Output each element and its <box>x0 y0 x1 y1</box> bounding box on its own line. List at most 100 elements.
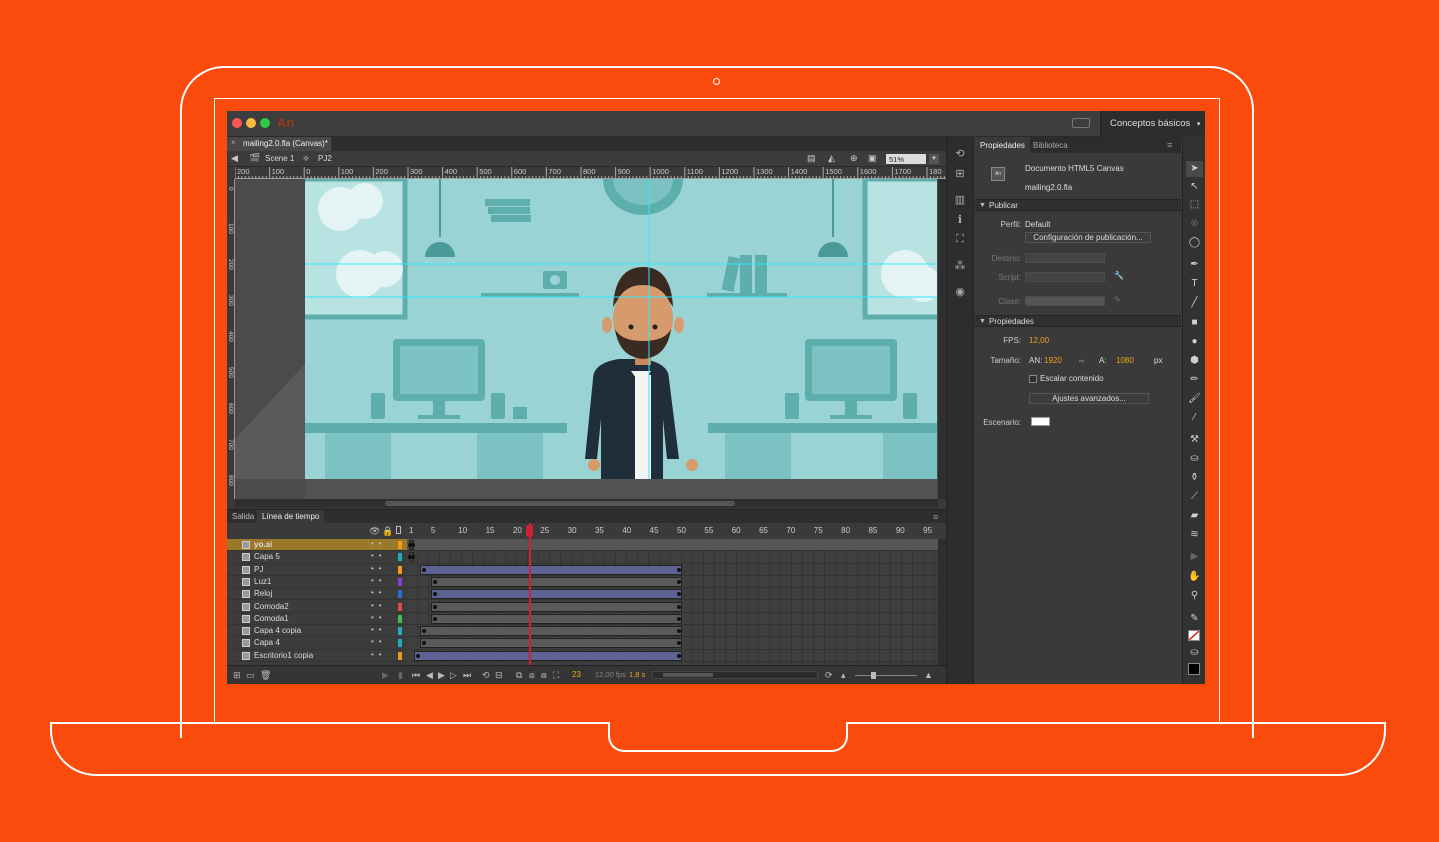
publish-settings-button[interactable]: Configuración de publicación... <box>1025 232 1151 243</box>
layer-visibility-dots[interactable]: •• <box>371 576 387 585</box>
lasso-tool-icon[interactable]: ◯ <box>1186 235 1203 251</box>
paint-brush-tool-icon[interactable]: ⁄ <box>1186 410 1203 426</box>
frame-span[interactable] <box>414 650 683 661</box>
layer-color-swatch[interactable] <box>398 639 402 648</box>
loop-icon[interactable]: ⟲ <box>482 670 490 681</box>
layer-row[interactable]: Capa 5 •• <box>227 551 407 564</box>
panel-menu-icon[interactable]: ≡ <box>933 512 938 522</box>
parent-view-icon[interactable]: ▮ <box>398 670 403 681</box>
black-swatch[interactable] <box>1188 663 1200 675</box>
oval-tool-icon[interactable]: ● <box>1186 334 1203 350</box>
layer-visibility-dots[interactable]: •• <box>371 650 387 659</box>
bone-tool-icon[interactable]: ⚒ <box>1186 432 1203 448</box>
timeline-vertical-scrollbar[interactable] <box>938 539 946 665</box>
keyframe-dot[interactable] <box>676 616 681 621</box>
keyframe-dot[interactable] <box>421 567 426 572</box>
frame-span[interactable] <box>430 601 683 612</box>
center-stage-icon[interactable]: ⊕ <box>850 154 858 163</box>
fps-value[interactable]: 12,00 <box>1029 336 1049 345</box>
frame-row[interactable] <box>407 601 938 613</box>
camera-layer-icon[interactable]: ▶ <box>382 670 389 681</box>
keyframe-dot[interactable] <box>676 604 681 609</box>
eye-icon[interactable]: 👁 <box>369 526 380 537</box>
onion-outline-icon[interactable]: ⧈ <box>529 670 535 681</box>
frame-row[interactable] <box>407 625 938 638</box>
keyframe-dot[interactable] <box>676 579 681 584</box>
layer-color-swatch[interactable] <box>398 614 402 623</box>
frame-row[interactable] <box>407 576 938 589</box>
layer-color-swatch[interactable] <box>398 627 402 636</box>
layer-visibility-dots[interactable]: •• <box>371 637 387 646</box>
frame-span[interactable] <box>419 564 683 575</box>
clase-field[interactable] <box>1025 296 1105 306</box>
keyframe-dot[interactable] <box>432 604 437 609</box>
fill-none-swatch[interactable] <box>1188 630 1200 641</box>
stage-vertical-scrollbar[interactable] <box>938 179 946 499</box>
frame-span[interactable] <box>430 589 683 600</box>
go-first-frame-icon[interactable]: ⏮ <box>412 670 420 681</box>
fps-readout[interactable]: 12,00 fps <box>595 670 626 679</box>
layer-row[interactable]: Capa 4 •• <box>227 637 407 650</box>
keyframe-dot[interactable] <box>676 592 681 597</box>
fill-color-icon[interactable]: ⛀ <box>1186 645 1203 661</box>
go-last-frame-icon[interactable]: ⏭ <box>463 670 471 681</box>
layer-color-swatch[interactable] <box>398 553 402 562</box>
lock-icon[interactable]: 🔒 <box>382 526 393 537</box>
loop-playback-icon[interactable]: ⟳ <box>825 670 833 681</box>
script-select[interactable] <box>1025 272 1105 282</box>
width-tool-icon[interactable]: ≋ <box>1186 527 1203 543</box>
layer-row[interactable]: yo.ai •• <box>227 539 407 552</box>
frame-row[interactable] <box>407 539 938 552</box>
text-tool-icon[interactable]: T <box>1186 276 1203 292</box>
current-frame-readout[interactable]: 23 <box>572 670 581 679</box>
stage-canvas[interactable] <box>305 179 937 479</box>
motion-editor-icon[interactable]: ⟲ <box>952 147 968 161</box>
close-tab-icon[interactable]: × <box>231 138 236 147</box>
frame-grid[interactable] <box>407 539 938 665</box>
playhead[interactable] <box>529 523 531 666</box>
layer-color-swatch[interactable] <box>398 651 402 660</box>
layer-visibility-dots[interactable]: •• <box>371 564 387 573</box>
layer-row[interactable]: Escritorio1 copia •• <box>227 649 407 662</box>
frame-span[interactable] <box>419 626 683 637</box>
selection-tool-icon[interactable]: ➤ <box>1186 161 1203 177</box>
layer-visibility-dots[interactable]: •• <box>371 625 387 634</box>
components-icon[interactable]: ◉ <box>952 285 968 299</box>
new-folder-icon[interactable]: ▭ <box>246 670 255 681</box>
tab-linea-de-tiempo[interactable]: Línea de tiempo <box>257 510 325 524</box>
layer-color-swatch[interactable] <box>398 590 402 599</box>
frame-row[interactable] <box>407 588 938 601</box>
workspace-switcher[interactable]: Conceptos básicos ▾ <box>1100 111 1205 137</box>
color-panel-icon[interactable]: ▥ <box>952 193 968 207</box>
align-panel-icon[interactable]: ⊞ <box>952 167 968 181</box>
zoom-input[interactable]: 51% <box>886 154 926 164</box>
layer-visibility-dots[interactable]: •• <box>371 539 387 548</box>
keyframe-dot[interactable] <box>432 616 437 621</box>
rectangle-tool-icon[interactable]: ■ <box>1186 315 1203 331</box>
zoom-out-icon[interactable]: ▴ <box>841 670 846 681</box>
step-forward-icon[interactable]: ▷ <box>450 670 457 681</box>
layer-row[interactable]: Comoda2 •• <box>227 600 407 613</box>
pasteboard[interactable] <box>235 179 938 499</box>
layer-color-swatch[interactable] <box>398 565 402 574</box>
ink-bottle-tool-icon[interactable]: ⚱ <box>1186 470 1203 486</box>
keyframe-dot[interactable] <box>676 629 681 634</box>
eyedropper-tool-icon[interactable]: ⟋ <box>1186 489 1203 505</box>
modify-markers-icon[interactable]: ⛶ <box>553 670 559 681</box>
frame-row[interactable] <box>407 564 938 576</box>
sync-settings-icon[interactable] <box>1072 118 1090 128</box>
stage-horizontal-scrollbar[interactable] <box>235 499 938 508</box>
layer-color-swatch[interactable] <box>398 577 402 586</box>
subselection-tool-icon[interactable]: ↖ <box>1186 179 1203 195</box>
close-window-button[interactable] <box>232 118 242 128</box>
layer-row[interactable]: PJ •• <box>227 563 407 576</box>
frame-span[interactable] <box>430 576 683 587</box>
frame-row[interactable] <box>407 613 938 626</box>
panel-menu-icon[interactable]: ≡ <box>1167 140 1172 150</box>
brush-tool-icon[interactable]: 🖌 <box>1186 391 1203 407</box>
playhead-handle[interactable] <box>526 525 533 537</box>
tab-propiedades[interactable]: Propiedades <box>975 137 1030 153</box>
frame-row[interactable] <box>407 637 938 650</box>
code-snippets-icon[interactable]: ⁂ <box>952 259 968 273</box>
play-icon[interactable]: ▶ <box>438 670 445 681</box>
